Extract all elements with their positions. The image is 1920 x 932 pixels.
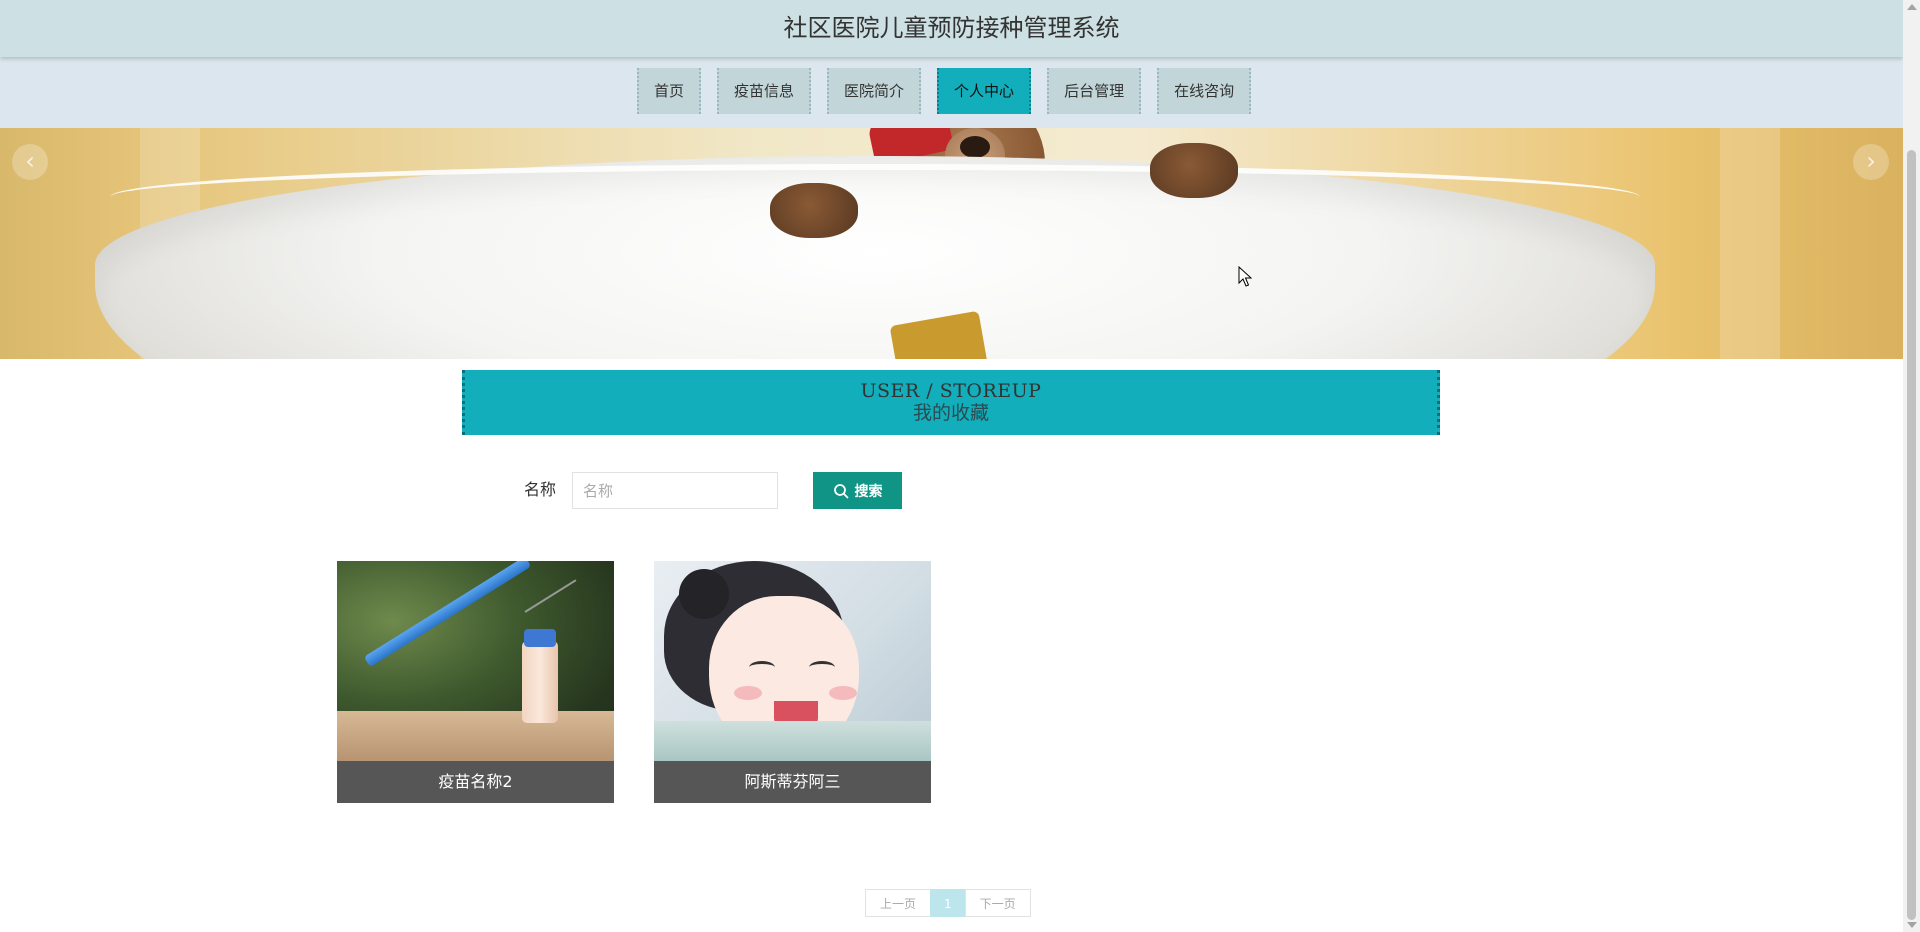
favorite-card-title: 疫苗名称2 bbox=[337, 761, 614, 803]
pagination-prev-button[interactable]: 上一页 bbox=[865, 889, 932, 917]
banner-next-button[interactable]: › bbox=[1853, 144, 1889, 180]
site-title: 社区医院儿童预防接种管理系统 bbox=[783, 14, 1120, 42]
nav-item-personal-center[interactable]: 个人中心 bbox=[937, 68, 1032, 114]
section-title-en: USER / STOREUP bbox=[860, 380, 1042, 402]
banner-bathtub-rim bbox=[110, 164, 1640, 230]
site-header: 社区医院儿童预防接种管理系统 bbox=[0, 0, 1903, 57]
chevron-left-icon: ‹ bbox=[25, 147, 35, 175]
nav-item-hospital-intro[interactable]: 医院简介 bbox=[827, 68, 922, 114]
page: 社区医院儿童预防接种管理系统 首页 疫苗信息 医院简介 个人中心 后台管理 在线… bbox=[0, 0, 1903, 932]
thumb-vial bbox=[522, 641, 558, 723]
chevron-right-icon: › bbox=[1866, 147, 1876, 175]
page-scrollbar[interactable] bbox=[1903, 0, 1920, 932]
banner-bear-nose bbox=[960, 136, 990, 158]
banner-bear-paw-right bbox=[1150, 143, 1238, 198]
search-button-label: 搜索 bbox=[854, 483, 883, 500]
nav-item-admin[interactable]: 后台管理 bbox=[1047, 68, 1142, 114]
pagination-next-button[interactable]: 下一页 bbox=[964, 889, 1031, 917]
search-button[interactable]: 搜索 bbox=[813, 472, 902, 509]
thumb-eye-left bbox=[749, 661, 775, 674]
main-nav: 首页 疫苗信息 医院简介 个人中心 后台管理 在线咨询 bbox=[0, 57, 1903, 128]
scroll-up-icon[interactable] bbox=[1907, 4, 1917, 10]
thumb-syringe-barrel bbox=[363, 561, 532, 668]
pagination: 上一页 1 下一页 bbox=[865, 889, 1031, 917]
mouse-pointer-icon bbox=[1238, 266, 1252, 287]
favorite-card[interactable]: 阿斯蒂芬阿三 bbox=[654, 561, 931, 803]
scroll-thumb[interactable] bbox=[1907, 150, 1916, 920]
banner-prev-button[interactable]: ‹ bbox=[12, 144, 48, 180]
pagination-current-page[interactable]: 1 bbox=[930, 889, 966, 917]
banner-bear-paw-left bbox=[770, 183, 858, 238]
nav-item-home[interactable]: 首页 bbox=[637, 68, 702, 114]
thumb-eye-right bbox=[809, 661, 835, 674]
thumb-blush-left bbox=[734, 686, 762, 700]
nav-item-vaccine-info[interactable]: 疫苗信息 bbox=[717, 68, 812, 114]
favorite-card-image bbox=[654, 561, 931, 761]
banner-carousel: ‹ › bbox=[0, 128, 1903, 359]
favorite-card[interactable]: 疫苗名称2 bbox=[337, 561, 614, 803]
scroll-down-icon[interactable] bbox=[1907, 922, 1917, 928]
search-input[interactable] bbox=[572, 472, 778, 509]
search-icon bbox=[833, 483, 848, 498]
thumb-hair-bun bbox=[679, 569, 729, 619]
favorite-card-title: 阿斯蒂芬阿三 bbox=[654, 761, 931, 803]
favorite-card-image bbox=[337, 561, 614, 761]
nav-list: 首页 疫苗信息 医院简介 个人中心 后台管理 在线咨询 bbox=[637, 68, 1252, 114]
search-label: 名称 bbox=[524, 480, 557, 499]
section-title: USER / STOREUP 我的收藏 bbox=[462, 370, 1440, 435]
nav-item-online-consult[interactable]: 在线咨询 bbox=[1157, 68, 1252, 114]
thumb-cloth bbox=[654, 721, 931, 761]
banner-wall-stripe bbox=[1720, 128, 1780, 359]
section-title-zh: 我的收藏 bbox=[912, 402, 989, 424]
thumb-table bbox=[337, 711, 614, 761]
thumb-syringe-needle bbox=[524, 579, 577, 613]
thumb-vial-cap bbox=[524, 629, 556, 647]
thumb-blush-right bbox=[829, 686, 857, 700]
